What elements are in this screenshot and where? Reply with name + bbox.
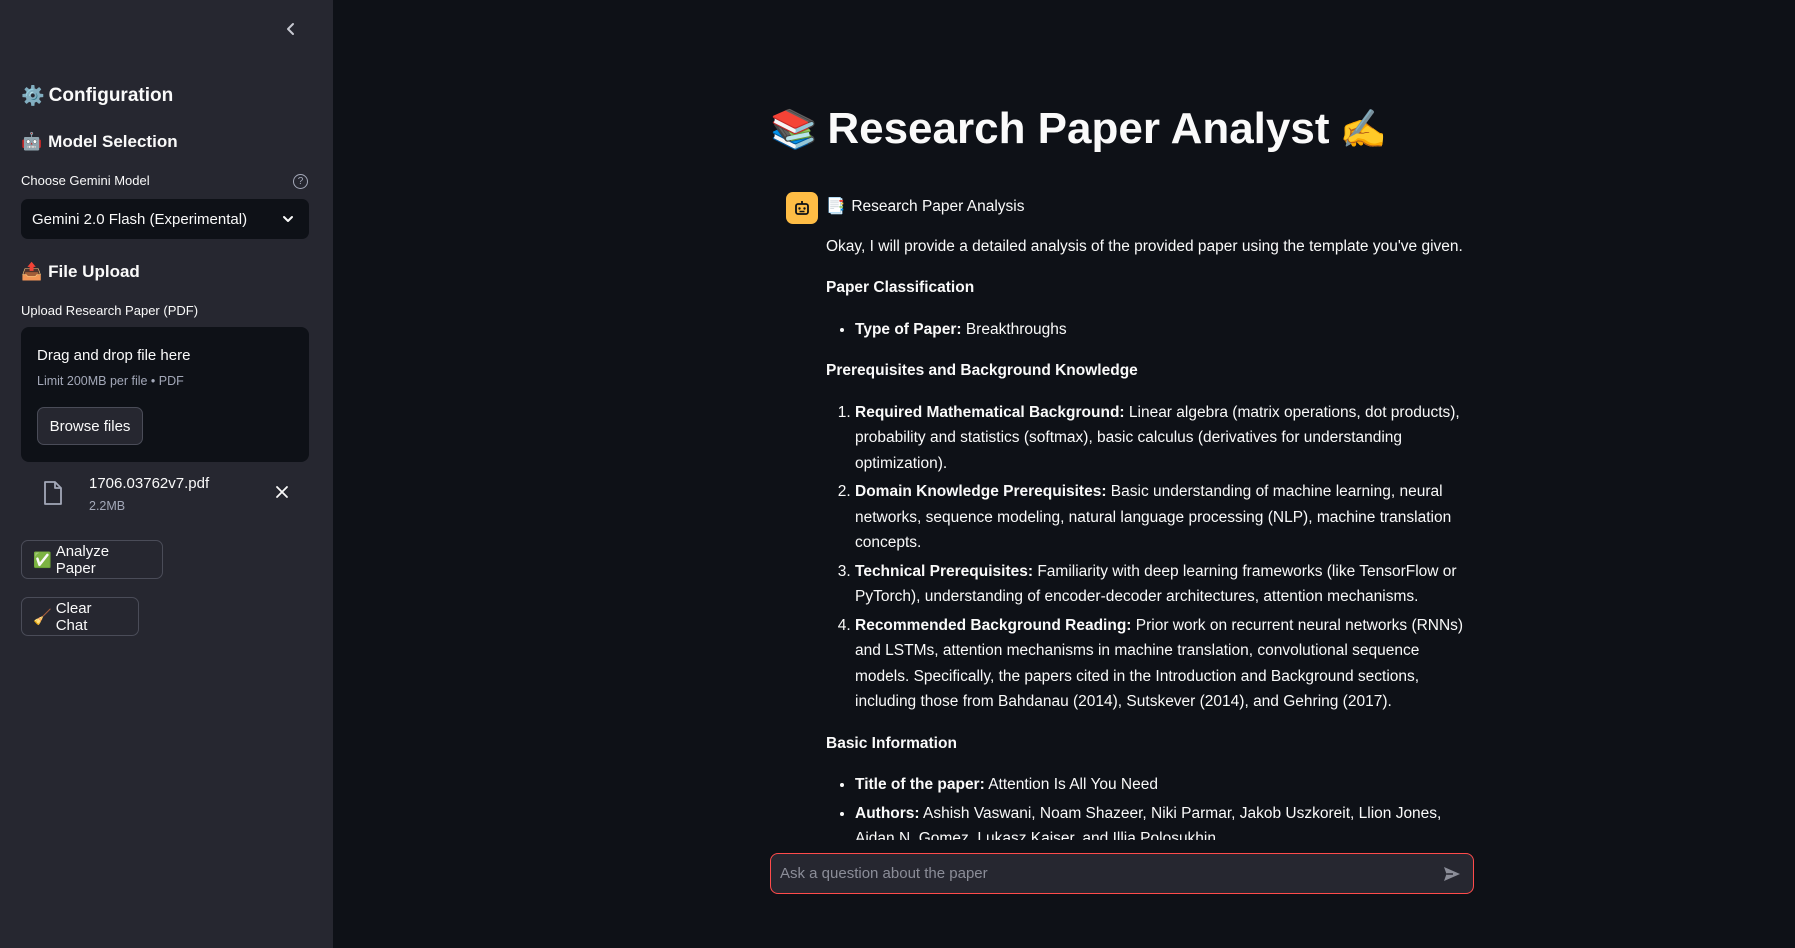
dropzone-limit: Limit 200MB per file • PDF <box>37 374 184 388</box>
list-item: Domain Knowledge Prerequisites: Basic un… <box>855 479 1468 556</box>
books-icon: 📚 <box>770 106 818 151</box>
chat-input[interactable] <box>780 865 1441 882</box>
prerequisites-heading: Prerequisites and Background Knowledge <box>826 362 1138 379</box>
send-icon[interactable] <box>1441 863 1463 885</box>
configuration-heading: ⚙️ Configuration <box>21 84 174 108</box>
classification-heading: Paper Classification <box>826 279 975 296</box>
file-icon <box>44 481 62 505</box>
broom-icon: 🧹 <box>33 607 52 626</box>
classification-list: Type of Paper: Breakthroughs <box>826 317 1468 343</box>
close-icon[interactable] <box>275 485 289 499</box>
model-select-label: Choose Gemini Model <box>21 173 150 188</box>
chevron-down-icon <box>283 216 293 222</box>
upload-label: Upload Research Paper (PDF) <box>21 303 199 318</box>
prerequisites-list: Required Mathematical Background: Linear… <box>826 400 1468 715</box>
file-name: 1706.03762v7.pdf <box>89 475 210 492</box>
uploaded-file: 1706.03762v7.pdf 2.2MB <box>21 472 309 516</box>
file-size: 2.2MB <box>89 499 126 513</box>
clear-chat-button[interactable]: 🧹 Clear Chat <box>21 597 139 636</box>
assistant-avatar <box>786 192 818 224</box>
list-item: Type of Paper: Breakthroughs <box>855 317 1468 343</box>
model-selection-heading: 🤖 Model Selection <box>21 132 178 152</box>
page-title-text: Research Paper Analyst <box>827 104 1330 153</box>
model-select-value: Gemini 2.0 Flash (Experimental) <box>32 210 248 228</box>
chevron-left-icon <box>287 23 294 35</box>
message-intro: Okay, I will provide a detailed analysis… <box>826 237 1463 255</box>
browse-files-button[interactable]: Browse files <box>37 407 143 445</box>
robot-icon <box>795 201 809 215</box>
help-icon[interactable]: ? <box>293 174 308 189</box>
model-select[interactable]: Gemini 2.0 Flash (Experimental) <box>21 199 309 239</box>
file-upload-heading: 📤 File Upload <box>21 262 140 282</box>
basic-info-list: Title of the paper: Attention Is All You… <box>826 772 1468 840</box>
gear-icon: ⚙️ <box>21 85 45 107</box>
list-item: Technical Prerequisites: Familiarity wit… <box>855 559 1468 610</box>
list-item: Authors: Ashish Vaswani, Noam Shazeer, N… <box>855 801 1468 841</box>
outbox-tray-icon: 📤 <box>21 262 43 282</box>
sidebar: ⚙️ Configuration 🤖 Model Selection Choos… <box>0 0 333 948</box>
writing-hand-icon: ✍️ <box>1339 106 1387 151</box>
list-item: Required Mathematical Background: Linear… <box>855 400 1468 477</box>
file-dropzone[interactable]: Drag and drop file here Limit 200MB per … <box>21 327 309 462</box>
list-item: Recommended Background Reading: Prior wo… <box>855 613 1468 715</box>
page-title: 📚 Research Paper Analyst ✍️ <box>770 104 1387 154</box>
basic-info-heading: Basic Information <box>826 734 957 752</box>
chat-input-container[interactable] <box>770 853 1474 894</box>
message-header: 📑 Research Paper Analysis <box>826 194 1468 220</box>
list-item: Title of the paper: Attention Is All You… <box>855 772 1468 798</box>
assistant-message: 📑 Research Paper Analysis Okay, I will p… <box>826 192 1468 840</box>
dropzone-title: Drag and drop file here <box>37 347 191 364</box>
bookmark-tabs-icon: 📑 <box>826 197 846 215</box>
robot-icon: 🤖 <box>21 132 43 152</box>
collapse-sidebar-button[interactable] <box>280 18 302 40</box>
check-mark-icon: ✅ <box>33 550 52 569</box>
analyze-paper-button[interactable]: ✅ Analyze Paper <box>21 540 163 579</box>
